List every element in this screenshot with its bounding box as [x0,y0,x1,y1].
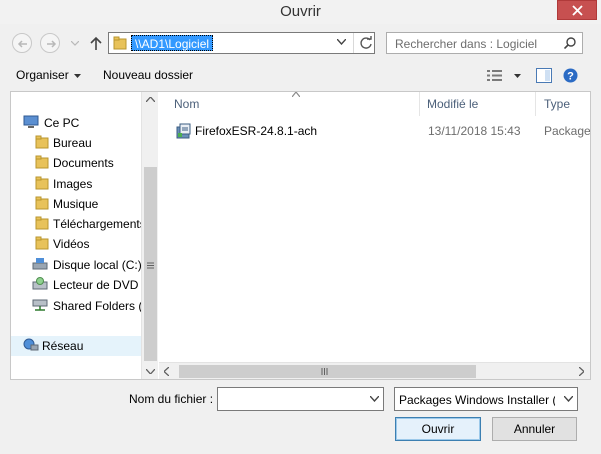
file-type: Package W [544,124,590,138]
column-header-name[interactable]: Nom [159,92,412,116]
file-name: FirefoxESR-24.8.1-ach [195,124,318,138]
folder-icon [35,176,49,190]
cancel-button[interactable]: Annuler [492,417,577,441]
tree-item-label: Musique [53,197,99,211]
scroll-right-arrow-icon[interactable] [579,367,584,376]
back-button[interactable] [12,33,32,53]
drive-icon [32,258,48,270]
tree-item-label: Téléchargements [53,217,141,231]
help-icon[interactable]: ? [563,68,578,83]
preview-pane-icon[interactable] [536,68,552,83]
address-path[interactable]: \\AD1\Logiciel [131,35,214,51]
network-icon [23,338,39,351]
scroll-up-arrow-icon[interactable] [146,97,155,102]
tree-item-images[interactable]: Images [11,174,141,194]
scroll-down-arrow-icon[interactable] [146,369,155,374]
arrow-left-icon [17,40,27,48]
tree-item-ce-pc[interactable]: Ce PC [11,113,141,133]
search-box[interactable]: Rechercher dans : Logiciel [386,32,583,54]
chevron-down-icon[interactable] [337,39,346,45]
tree-item-dvd[interactable]: Lecteur de DVD ( [11,275,141,295]
open-button[interactable]: Ouvrir [395,417,481,441]
tree-item-label: Réseau [42,339,84,353]
file-modified: 13/11/2018 15:43 [428,124,521,138]
grip-icon [321,368,328,375]
sort-ascending-icon [292,92,300,97]
dvd-icon [32,277,48,290]
chevron-down-icon[interactable] [564,396,573,402]
arrow-right-icon [47,40,57,48]
address-bar[interactable]: \\AD1\Logiciel [108,32,375,54]
forward-button[interactable] [40,33,60,53]
tree-item-musique[interactable]: Musique [11,194,141,214]
tree-item-shared-folders[interactable]: Shared Folders (\ [11,296,141,316]
scroll-left-arrow-icon[interactable] [164,367,169,376]
close-icon [572,5,583,16]
computer-icon [23,115,39,128]
title-bar: Ouvrir [0,0,601,24]
tree-item-label: Lecteur de DVD ( [53,278,141,292]
tree-item-videos[interactable]: Vidéos [11,234,141,254]
column-header-type[interactable]: Type [536,92,590,116]
filename-label: Nom du fichier : [129,392,214,406]
folder-icon [35,135,49,149]
up-arrow-icon[interactable] [88,35,104,51]
tree-item-label: Documents [53,156,114,170]
navigation-pane-scrollbar[interactable] [141,92,158,379]
folder-icon [35,155,49,169]
navigation-bar: \\AD1\Logiciel Rechercher dans : Logicie… [0,24,601,60]
organize-button[interactable]: Organiser [16,68,69,82]
caret-down-icon[interactable] [514,74,521,78]
column-header-modified[interactable]: Modifié le [420,92,534,116]
file-row[interactable]: FirefoxESR-24.8.1-ach 13/11/2018 15:43 P… [159,120,590,142]
tree-item-documents[interactable]: Documents [11,153,141,173]
caret-down-icon [74,74,81,78]
folder-icon [35,236,49,250]
file-browser: Ce PC Bureau Documents Images Musique Té… [10,91,591,380]
tree-item-label: Images [53,177,93,191]
search-input[interactable]: Rechercher dans : Logiciel [395,37,537,51]
tree-item-disque-local[interactable]: Disque local (C:) [11,255,141,275]
search-icon[interactable] [564,37,576,49]
tree-item-label: Disque local (C:) [53,258,141,272]
tree-item-telechargements[interactable]: Téléchargements [11,214,141,234]
folder-icon [35,216,49,230]
folder-icon [35,196,49,210]
tree-item-reseau[interactable]: Réseau [11,336,141,356]
tree-item-label: Vidéos [53,237,90,251]
grip-icon [147,262,154,269]
filename-input[interactable] [220,390,360,408]
file-type-filter[interactable]: Packages Windows Installer (*.m [394,387,578,411]
tree-item-label: Bureau [53,136,92,150]
file-list: Nom Modifié le Type FirefoxESR-24.8.1-ac… [159,92,590,379]
new-folder-button[interactable]: Nouveau dossier [103,68,193,82]
network-drive-icon [32,299,48,311]
file-type-filter-value: Packages Windows Installer (*.m [399,393,555,407]
recent-locations-chevron-icon[interactable] [71,41,79,46]
installer-package-icon [176,123,191,139]
svg-text:?: ? [567,71,574,83]
view-options-icon[interactable] [487,70,502,81]
folder-icon [113,36,127,50]
chevron-down-icon[interactable] [370,396,379,402]
command-bar: Organiser Nouveau dossier ? [0,62,601,90]
tree-item-label: Shared Folders (\ [53,299,141,313]
window-title: Ouvrir [280,3,321,20]
file-list-horizontal-scrollbar[interactable] [159,362,590,379]
close-button[interactable] [557,0,597,20]
filename-combobox[interactable] [217,387,384,411]
navigation-pane: Ce PC Bureau Documents Images Musique Té… [11,92,141,379]
tree-item-label: Ce PC [44,116,80,130]
tree-item-bureau[interactable]: Bureau [11,133,141,153]
refresh-icon[interactable] [359,36,373,50]
